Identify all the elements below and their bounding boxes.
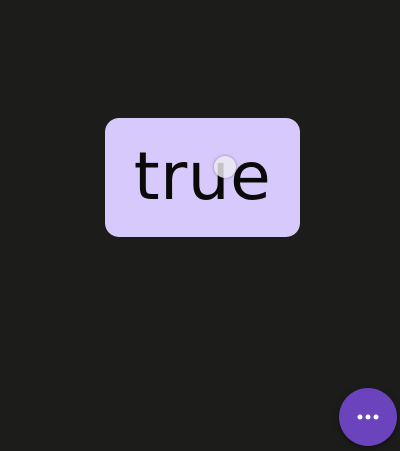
boolean-value-card[interactable]: true bbox=[105, 118, 300, 237]
boolean-value-text: true bbox=[133, 137, 272, 215]
more-options-button[interactable] bbox=[339, 388, 397, 446]
touch-indicator bbox=[214, 156, 236, 178]
app-screen: true bbox=[0, 0, 400, 451]
more-horizontal-icon bbox=[357, 414, 379, 420]
